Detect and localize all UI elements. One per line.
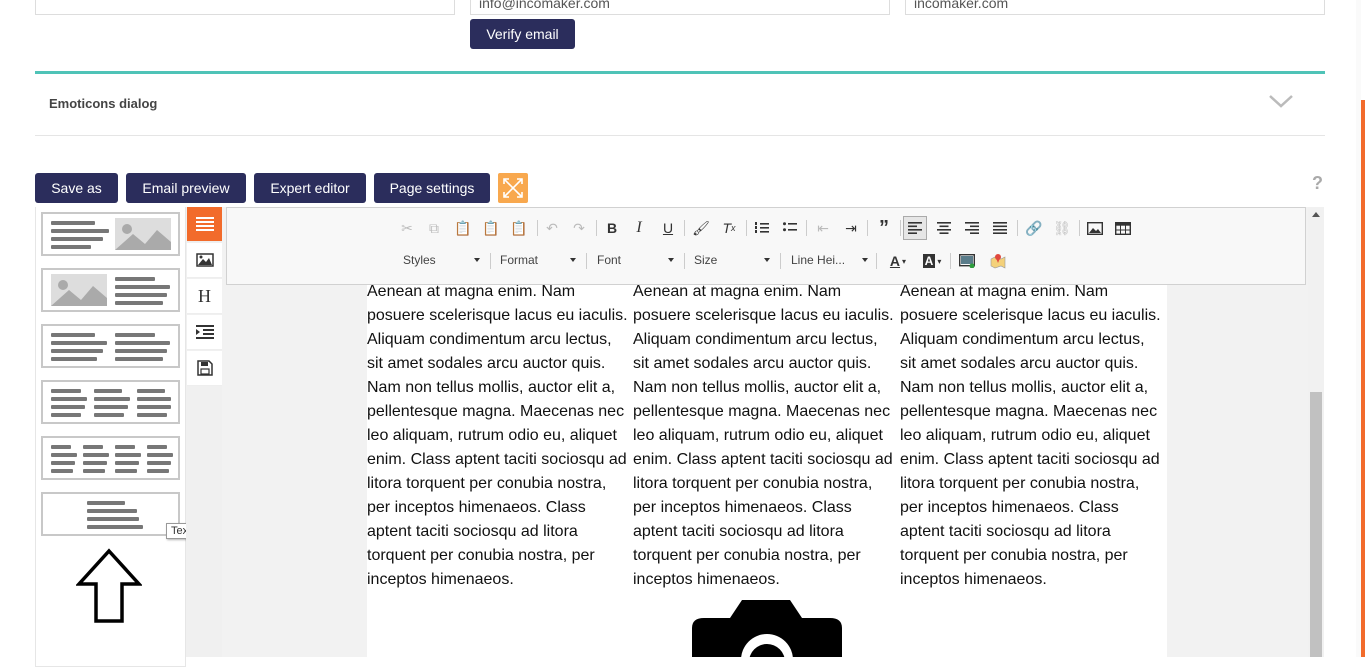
accordion-title[interactable]: Emoticons dialog: [49, 96, 157, 111]
align-right-icon: [965, 222, 979, 234]
align-center-icon: [937, 222, 951, 234]
save-as-button[interactable]: Save as: [35, 173, 118, 203]
indent-icon: [195, 325, 214, 339]
layout-text-only[interactable]: [41, 492, 180, 536]
email-preview-button[interactable]: Email preview: [126, 173, 246, 203]
insert-map-button[interactable]: [986, 249, 1010, 273]
name-field[interactable]: [35, 0, 455, 15]
domain-field[interactable]: incomaker.com: [905, 0, 1325, 15]
paste-text-button[interactable]: 📋: [479, 216, 503, 240]
tool-save[interactable]: [187, 351, 222, 386]
background-color-button[interactable]: A ▾: [918, 249, 946, 273]
save-icon: [196, 360, 213, 376]
outdent-button[interactable]: ⇤: [811, 216, 835, 240]
bulleted-list-button[interactable]: [778, 216, 802, 240]
justify-button[interactable]: [988, 216, 1012, 240]
accordion-divider: [35, 135, 1325, 136]
align-center-button[interactable]: [932, 216, 956, 240]
format-label: Format: [500, 253, 539, 267]
content-column-3[interactable]: Aenean at magna enim. Nam posuere sceler…: [900, 280, 1162, 592]
page-settings-button[interactable]: Page settings: [374, 173, 490, 203]
styles-dropdown[interactable]: Styles: [403, 253, 480, 269]
bold-button[interactable]: B: [600, 216, 624, 240]
size-label: Size: [694, 253, 718, 267]
align-left-button[interactable]: [903, 216, 927, 240]
align-left-icon: [908, 222, 922, 234]
italic-button[interactable]: I: [627, 216, 651, 240]
tool-layouts[interactable]: [187, 207, 222, 242]
expand-icon: [503, 178, 523, 198]
line-height-label: Line Hei...: [791, 253, 846, 267]
format-dropdown[interactable]: Format: [500, 253, 576, 269]
text-color-button[interactable]: A ▾: [884, 249, 912, 273]
email-field[interactable]: info@incomaker.com: [470, 0, 890, 15]
tool-indent[interactable]: [187, 315, 222, 350]
underline-button[interactable]: U: [656, 216, 680, 240]
undo-button[interactable]: ↶: [540, 216, 564, 240]
blockquote-button[interactable]: ”: [872, 216, 896, 240]
justify-icon: [993, 222, 1007, 234]
up-arrow-icon: [76, 548, 142, 623]
chevron-down-icon[interactable]: [1268, 92, 1294, 110]
bulleted-list-icon: [783, 222, 797, 232]
image-icon: [1087, 221, 1103, 235]
content-column-2[interactable]: Aenean at magna enim. Nam posuere sceler…: [633, 280, 895, 592]
help-icon[interactable]: ?: [1312, 173, 1323, 194]
layout-text-image[interactable]: [41, 212, 180, 256]
numbered-list-icon: [755, 222, 769, 233]
font-label: Font: [597, 253, 622, 267]
paste-button[interactable]: 📋: [451, 216, 475, 240]
remove-format-button[interactable]: Tx: [717, 216, 741, 240]
styles-label: Styles: [403, 253, 436, 267]
layout-four-columns[interactable]: [41, 436, 180, 480]
cut-button[interactable]: ✂: [395, 216, 419, 240]
insert-table-button[interactable]: [1111, 216, 1135, 240]
scroll-up-arrow[interactable]: [1312, 212, 1320, 217]
link-button[interactable]: 🔗: [1022, 216, 1046, 240]
layout-image-text[interactable]: [41, 268, 180, 312]
background-color-icon: A: [922, 254, 936, 268]
align-right-button[interactable]: [960, 216, 984, 240]
layout-icon: [195, 217, 214, 231]
image-icon: [195, 253, 214, 267]
camera-icon: [692, 600, 842, 657]
indent-button[interactable]: ⇥: [839, 216, 863, 240]
verify-email-button[interactable]: Verify email: [470, 19, 575, 49]
layout-two-columns[interactable]: [41, 324, 180, 368]
font-dropdown[interactable]: Font: [597, 253, 674, 269]
copy-button[interactable]: ⧉: [422, 216, 446, 240]
paste-word-button[interactable]: 📋: [507, 216, 531, 240]
insert-image-button[interactable]: [1083, 216, 1107, 240]
numbered-list-button[interactable]: [750, 216, 774, 240]
insert-media-button[interactable]: [955, 249, 979, 273]
map-icon: [990, 254, 1006, 269]
fullscreen-button[interactable]: [498, 173, 528, 203]
expert-editor-button[interactable]: Expert editor: [254, 173, 366, 203]
editor-scrollbar-thumb[interactable]: [1310, 392, 1322, 657]
unlink-button[interactable]: ⛓: [1050, 216, 1074, 240]
heading-icon: H: [198, 285, 211, 306]
side-accent-bar: [1361, 100, 1365, 657]
table-icon: [1115, 221, 1131, 235]
content-column-1[interactable]: Aenean at magna enim. Nam posuere sceler…: [367, 280, 629, 592]
tool-images[interactable]: [187, 243, 222, 278]
size-dropdown[interactable]: Size: [694, 253, 770, 269]
text-color-icon: A: [889, 253, 901, 269]
section-divider: [35, 71, 1325, 74]
line-height-dropdown[interactable]: Line Hei...: [791, 253, 868, 269]
redo-button[interactable]: ↷: [567, 216, 591, 240]
layout-three-columns[interactable]: [41, 380, 180, 424]
media-icon: [959, 254, 975, 268]
copy-format-button[interactable]: 🖌: [689, 216, 713, 240]
tool-headings[interactable]: H: [187, 279, 222, 314]
